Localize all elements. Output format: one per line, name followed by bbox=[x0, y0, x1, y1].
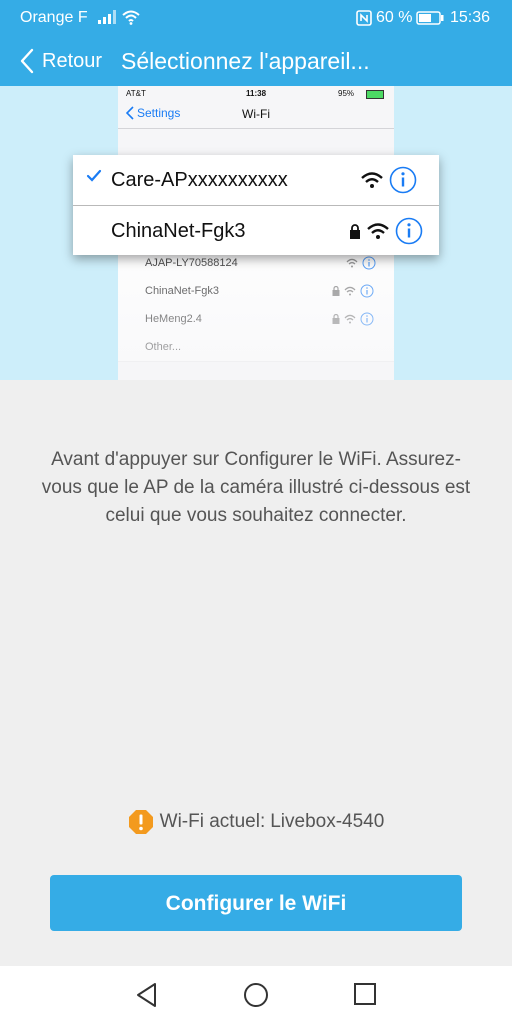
battery-icon bbox=[416, 11, 444, 25]
wifi-illustration: AT&T 11:38 95% Settings Wi-Fi AJAP-LY705… bbox=[0, 86, 512, 380]
status-bar: Orange F 60 % 15:36 bbox=[0, 0, 512, 36]
network-row: Other... bbox=[118, 333, 394, 362]
nfc-icon bbox=[356, 10, 372, 26]
current-wifi-status: Wi-Fi actuel: Livebox-4540 bbox=[0, 808, 512, 836]
recents-square-icon[interactable] bbox=[353, 982, 377, 1006]
wifi-icon bbox=[344, 286, 356, 296]
app-header: Retour Sélectionnez l'appareil... bbox=[0, 36, 512, 86]
current-wifi-value: Livebox-4540 bbox=[270, 811, 385, 832]
info-icon bbox=[362, 256, 376, 270]
info-icon bbox=[389, 166, 417, 194]
highlighted-network-card: Care-APxxxxxxxxxx ChinaNet-Fgk3 bbox=[73, 155, 439, 255]
phone-nav-bar: Settings Wi-Fi bbox=[118, 102, 394, 129]
configure-wifi-button[interactable]: Configurer le WiFi bbox=[50, 875, 462, 931]
network-name: HeMeng2.4 bbox=[145, 313, 202, 325]
network-name: AJAP-LY70588124 bbox=[145, 257, 238, 269]
wifi-icon bbox=[122, 10, 140, 25]
chevron-left-icon bbox=[126, 106, 134, 120]
settings-label: Settings bbox=[137, 106, 181, 120]
instruction-text: Avant d'appuyer sur Configurer le WiFi. … bbox=[41, 449, 471, 526]
warning-icon bbox=[128, 810, 153, 834]
settings-back-link: Settings bbox=[126, 106, 180, 120]
wifi-icon bbox=[361, 172, 383, 188]
network-row: ChinaNet-Fgk3 bbox=[118, 277, 394, 306]
wifi-icon bbox=[344, 314, 356, 324]
wifi-screen-title: Wi-Fi bbox=[242, 107, 270, 121]
page-title: Sélectionnez l'appareil... bbox=[121, 48, 370, 74]
network-row: HeMeng2.4 bbox=[118, 305, 394, 334]
phone-time: 11:38 bbox=[246, 89, 267, 98]
network-row-selected: Care-APxxxxxxxxxx bbox=[73, 155, 439, 205]
back-triangle-icon[interactable] bbox=[135, 982, 159, 1008]
network-name: Care-APxxxxxxxxxx bbox=[111, 169, 288, 191]
battery-icon bbox=[366, 90, 384, 99]
info-icon bbox=[360, 284, 374, 298]
checkmark-icon bbox=[86, 169, 102, 182]
current-wifi-label: Wi-Fi actuel: bbox=[159, 811, 266, 832]
lock-icon bbox=[332, 286, 340, 296]
back-label: Retour bbox=[42, 49, 103, 72]
chevron-left-icon bbox=[20, 48, 34, 74]
network-name: ChinaNet-Fgk3 bbox=[145, 285, 219, 297]
system-nav-bar bbox=[0, 966, 512, 1024]
signal-icon bbox=[98, 10, 116, 24]
phone-carrier: AT&T bbox=[126, 89, 146, 98]
info-icon bbox=[395, 217, 423, 245]
info-icon bbox=[360, 312, 374, 326]
back-button[interactable]: Retour bbox=[20, 46, 102, 76]
home-circle-icon[interactable] bbox=[243, 982, 269, 1008]
phone-status-bar: AT&T 11:38 95% bbox=[118, 86, 394, 102]
lock-icon bbox=[350, 223, 360, 239]
clock: 15:36 bbox=[450, 9, 491, 26]
network-name: Other... bbox=[145, 341, 182, 353]
wifi-icon bbox=[346, 258, 358, 268]
carrier-name: Orange F bbox=[20, 9, 88, 26]
network-row: ChinaNet-Fgk3 bbox=[73, 206, 439, 256]
battery-percent: 60 % bbox=[376, 9, 413, 26]
phone-battery-percent: 95% bbox=[338, 89, 355, 98]
wifi-icon bbox=[367, 223, 389, 239]
lock-icon bbox=[332, 314, 340, 324]
network-name: ChinaNet-Fgk3 bbox=[111, 220, 246, 242]
